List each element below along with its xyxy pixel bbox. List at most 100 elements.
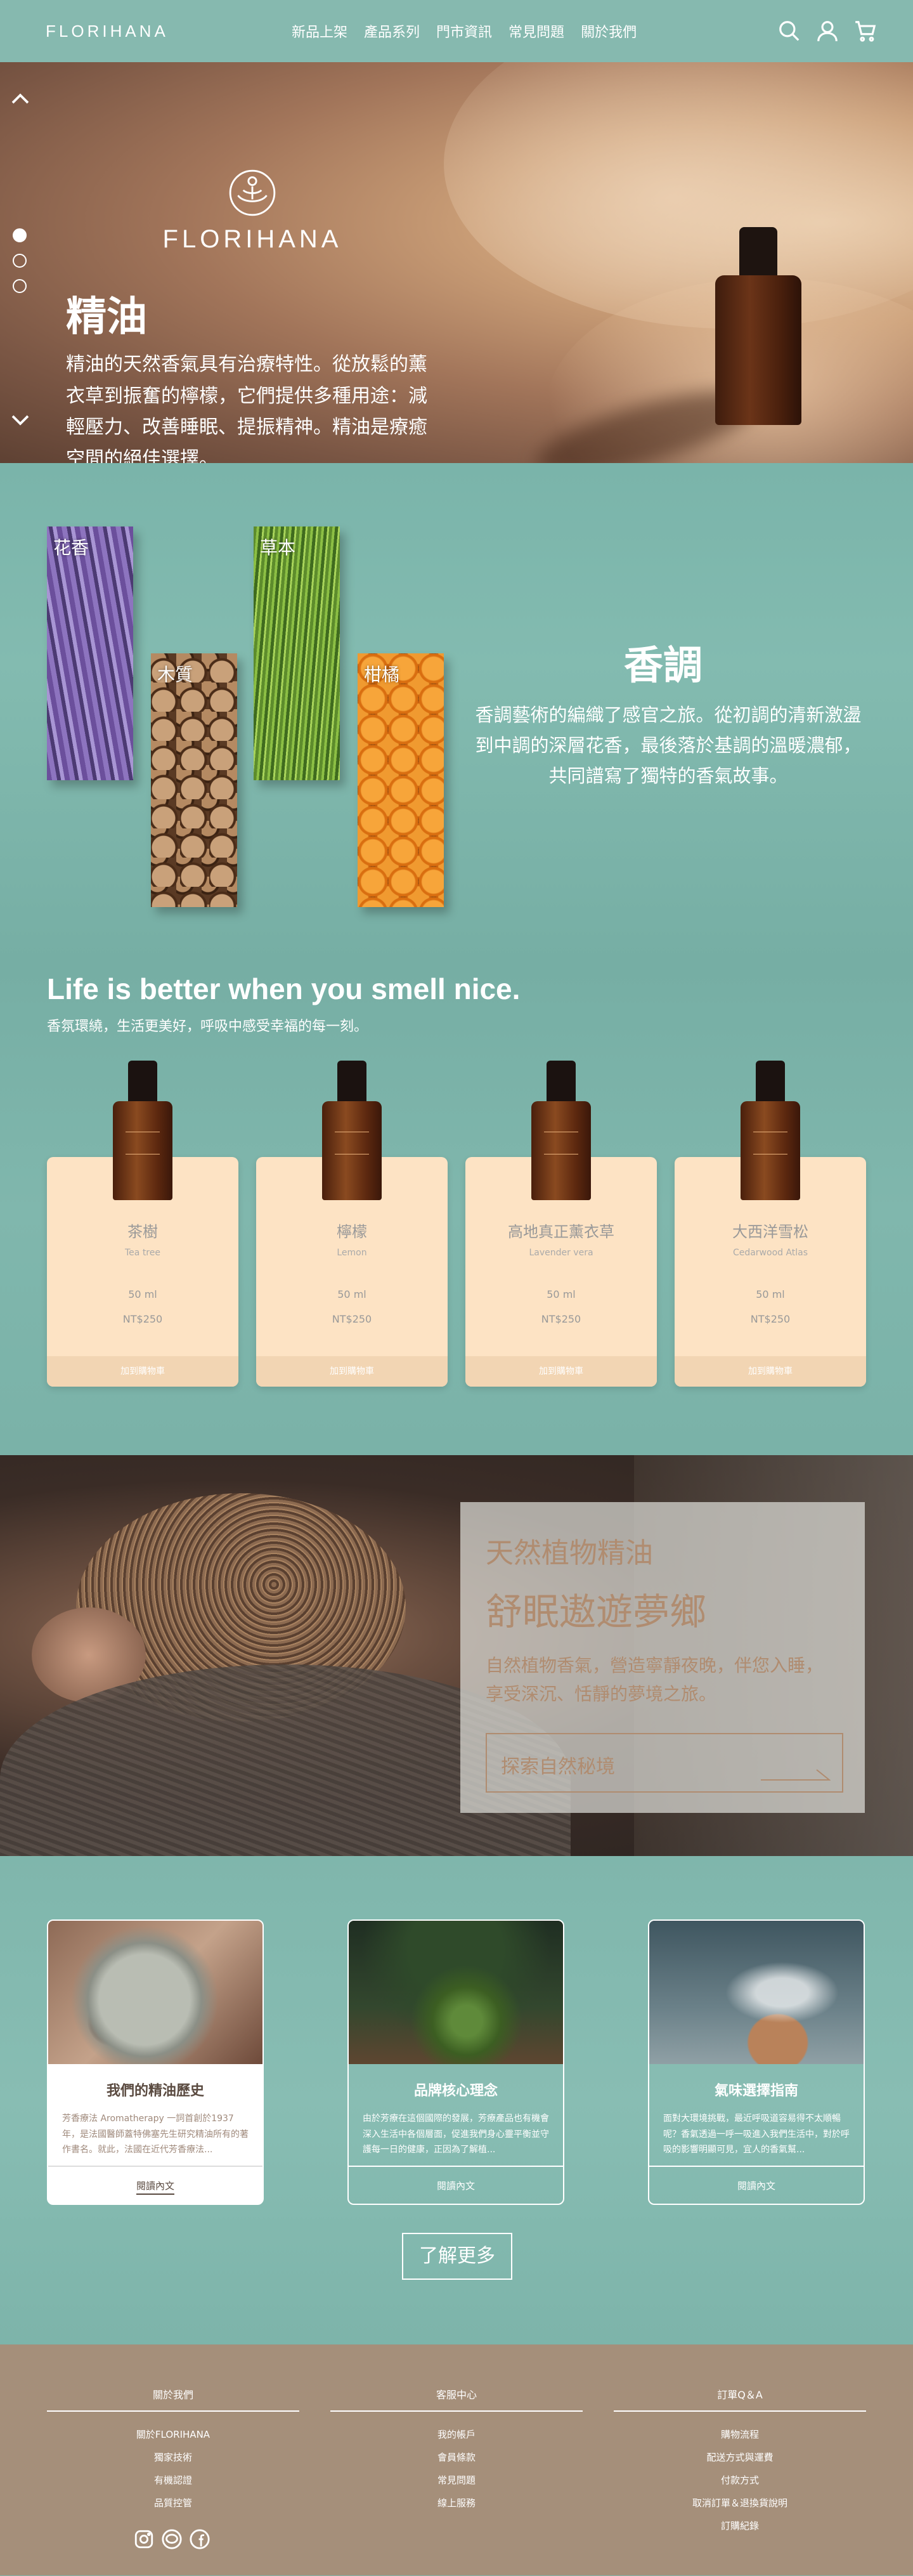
read-more-link[interactable]: 閱讀內文 (649, 2166, 864, 2204)
site-footer: 關於我們 關於FLORIHANA 獨家技術 有機認證 品質控管 客服中心 我的帳… (0, 2344, 913, 2575)
scent-card-label: 柑橘 (364, 664, 400, 685)
top-nav: FLORIHANA 新品上架 產品系列 門市資訊 常見問題 關於我們 (0, 0, 913, 62)
footer-link[interactable]: 會員條款 (330, 2446, 583, 2469)
footer-link[interactable]: 品質控管 (47, 2492, 299, 2514)
product-name: 高地真正薰衣草 (508, 1223, 614, 1241)
long-arrow-icon (761, 1769, 831, 1781)
product-card[interactable]: 大西洋雪松 Cedarwood Atlas 50 ml NT$250 加到購物車 (675, 1061, 866, 1387)
footer-link[interactable]: 常見問題 (330, 2469, 583, 2492)
product-bottle-image (322, 1061, 382, 1200)
line-icon[interactable] (161, 2528, 183, 2550)
footer-link[interactable]: 取消訂單＆退換貨說明 (614, 2492, 866, 2514)
product-latin-name: Lavender vera (529, 1248, 593, 1258)
slide-dots (13, 228, 27, 293)
slide-down-arrow-icon[interactable] (9, 409, 32, 431)
explore-button-label: 探索自然秘境 (501, 1756, 615, 1778)
hero-description: 精油的天然香氣具有治療特性。從放鬆的薰衣草到振奮的檸檬，它們提供多種用途：減輕壓… (66, 353, 427, 463)
footer-column-about: 關於我們 關於FLORIHANA 獨家技術 有機認證 品質控管 (47, 2386, 299, 2514)
scent-card-woody[interactable]: 木質 (151, 653, 237, 907)
product-volume: 50 ml (337, 1288, 366, 1300)
nav-item-about[interactable]: 關於我們 (581, 21, 637, 41)
main-menu: 新品上架 產品系列 門市資訊 常見問題 關於我們 (292, 21, 637, 41)
add-to-cart-button[interactable]: 加到購物車 (256, 1356, 448, 1387)
footer-link[interactable]: 購物流程 (614, 2423, 866, 2446)
scent-description: 香調藝術的編織了感官之旅。從初調的清新激盪到中調的深層花香，最後落於基調的溫暖濃… (475, 704, 862, 787)
footer-heading: 客服中心 (330, 2386, 583, 2412)
footer-column-service: 客服中心 我的帳戶 會員條款 常見問題 線上服務 (330, 2386, 583, 2514)
product-card[interactable]: 檸檬 Lemon 50 ml NT$250 加到購物車 (256, 1061, 448, 1387)
read-more-link[interactable]: 閱讀內文 (48, 2166, 262, 2204)
article-title: 我們的精油歷史 (106, 2083, 204, 2099)
read-more-link[interactable]: 閱讀內文 (349, 2166, 563, 2204)
social-links (133, 2528, 210, 2550)
article-title: 品牌核心理念 (413, 2083, 498, 2099)
footer-heading: 訂單Q＆A (614, 2386, 866, 2412)
article-excerpt: 面對大環境挑戰，最近呼吸道容易得不太順暢呢？香氣透過一呼一吸進入我們生活中，對於… (663, 2114, 850, 2155)
product-latin-name: Lemon (337, 1248, 367, 1258)
search-icon[interactable] (777, 19, 801, 43)
product-bottle-image (741, 1061, 800, 1200)
article-card[interactable]: 氣味選擇指南 面對大環境挑戰，最近呼吸道容易得不太順暢呢？香氣透過一呼一吸進入我… (648, 1919, 865, 2205)
article-card[interactable]: 品牌核心理念 由於芳療在這個國際的發展，芳療產品也有機會深入生活中各個層面，促進… (347, 1919, 564, 2205)
cart-icon[interactable] (853, 19, 877, 43)
facebook-icon[interactable] (189, 2528, 210, 2550)
scent-heading: 香調 (624, 642, 703, 688)
footer-column-orders: 訂單Q＆A 購物流程 配送方式與運費 付款方式 取消訂單＆退換貨說明 訂購紀錄 (614, 2386, 866, 2537)
product-volume: 50 ml (756, 1288, 785, 1300)
nav-item-products[interactable]: 產品系列 (364, 21, 420, 41)
nav-item-new[interactable]: 新品上架 (292, 21, 347, 41)
product-card[interactable]: 高地真正薰衣草 Lavender vera 50 ml NT$250 加到購物車 (465, 1061, 657, 1387)
footer-link[interactable]: 我的帳戶 (330, 2423, 583, 2446)
footer-link[interactable]: 獨家技術 (47, 2446, 299, 2469)
add-to-cart-button[interactable]: 加到購物車 (675, 1356, 866, 1387)
forest-moss-image (349, 1921, 563, 2064)
nav-item-stores[interactable]: 門市資訊 (436, 21, 492, 41)
products-section: Life is better when you smell nice. 香氛環繞… (0, 965, 913, 1455)
footer-link[interactable]: 有機認證 (47, 2469, 299, 2492)
article-card[interactable]: 我們的精油歷史 芳香療法 Aromatherapy 一詞首創於1937年，是法國… (47, 1919, 264, 2205)
product-bottle-image (113, 1061, 172, 1200)
sleep-title-2: 舒眠遨遊夢鄉 (486, 1590, 707, 1633)
product-price: NT$250 (541, 1313, 581, 1325)
scent-card-citrus[interactable]: 柑橘 (358, 653, 444, 907)
sleep-promo-box: 天然植物精油 舒眠遨遊夢鄉 自然植物香氣，營造寧靜夜晚，伴您入睡，享受深沉、恬靜… (460, 1502, 865, 1813)
footer-heading: 關於我們 (47, 2386, 299, 2412)
product-price: NT$250 (122, 1313, 163, 1325)
scent-notes-section: 花香 木質 草本 柑橘 香調 香調藝術的編織了感官之旅。從初調的清新激盪到中調的… (0, 463, 913, 965)
product-volume: 50 ml (128, 1288, 157, 1300)
footer-link[interactable]: 付款方式 (614, 2469, 866, 2492)
scent-card-floral[interactable]: 花香 (47, 526, 133, 780)
slide-up-arrow-icon[interactable] (9, 88, 32, 110)
article-excerpt: 由於芳療在這個國際的發展，芳療產品也有機會深入生活中各個層面，促進我們身心靈平衡… (363, 2114, 549, 2155)
explore-button[interactable]: 探索自然秘境 (486, 1733, 843, 1793)
article-title: 氣味選擇指南 (714, 2083, 798, 2099)
sleep-description: 自然植物香氣，營造寧靜夜晚，伴您入睡，享受深沉、恬靜的夢境之旅。 (486, 1655, 824, 1704)
lotus-logo-icon (229, 169, 276, 216)
footer-link[interactable]: 線上服務 (330, 2492, 583, 2514)
hero-logo: FLORIHANA (152, 167, 353, 254)
products-tagline: Life is better when you smell nice. (47, 972, 521, 1005)
slide-dot-2[interactable] (13, 254, 27, 268)
footer-link[interactable]: 訂購紀錄 (614, 2514, 866, 2537)
slide-dot-1[interactable] (13, 228, 27, 242)
footer-link[interactable]: 配送方式與運費 (614, 2446, 866, 2469)
scent-card-herbal[interactable]: 草本 (254, 526, 340, 780)
add-to-cart-button[interactable]: 加到購物車 (465, 1356, 657, 1387)
nav-item-faq[interactable]: 常見問題 (508, 21, 564, 41)
product-latin-name: Cedarwood Atlas (732, 1248, 808, 1258)
footer-link[interactable]: 關於FLORIHANA (47, 2423, 299, 2446)
product-card[interactable]: 茶樹 Tea tree 50 ml NT$250 加到購物車 (47, 1061, 238, 1387)
product-name: 檸檬 (337, 1223, 367, 1241)
brand-logo[interactable]: FLORIHANA (46, 22, 169, 41)
sleep-banner: 天然植物精油 舒眠遨遊夢鄉 自然植物香氣，營造寧靜夜晚，伴您入睡，享受深沉、恬靜… (0, 1455, 913, 1856)
user-icon[interactable] (815, 19, 839, 43)
learn-more-button[interactable]: 了解更多 (402, 2233, 512, 2280)
instagram-icon[interactable] (133, 2528, 155, 2550)
product-volume: 50 ml (547, 1288, 576, 1300)
scent-card-label: 花香 (53, 537, 89, 558)
add-to-cart-button[interactable]: 加到購物車 (47, 1356, 238, 1387)
hero-banner: FLORIHANA 精油 精油的天然香氣具有治療特性。從放鬆的薰衣草到振奮的檸檬… (0, 62, 913, 463)
slide-dot-3[interactable] (13, 279, 27, 293)
scent-card-label: 草本 (260, 537, 296, 558)
product-bottle-image (531, 1061, 591, 1200)
